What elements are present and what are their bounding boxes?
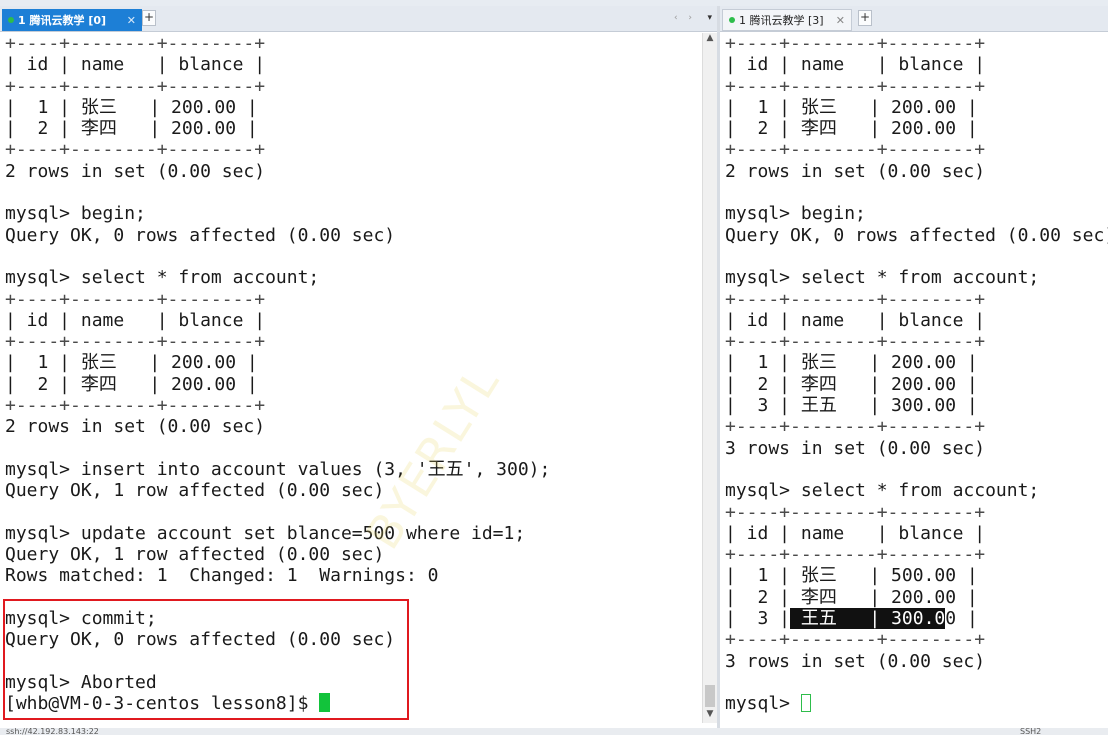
terminal-line: mysql> commit; [5, 608, 157, 630]
shell-prompt: [whb@VM-0-3-centos lesson8]$ [5, 693, 320, 715]
terminal-cursor [800, 694, 811, 713]
terminal-line: +----+--------+--------+ [725, 75, 986, 97]
terminal-line: | 2 | 李四 | 200.00 | [5, 118, 258, 140]
terminal-line: +----+--------+--------+ [725, 139, 986, 161]
terminal-line: Query OK, 1 row affected (0.00 sec) [5, 544, 385, 566]
terminal-line: | 3 | 王五 | 300.00 | [725, 395, 978, 417]
terminal-line: | id | name | blance | [5, 309, 266, 331]
left-terminal-scrollbar[interactable]: ▲ ▼ [702, 33, 717, 723]
terminal-line: 3 rows in set (0.00 sec) [725, 437, 986, 459]
terminal-line: +----+--------+--------+ [725, 33, 986, 54]
mysql-prompt-line: mysql> [720, 693, 1108, 714]
right-tab-bar: 1 腾讯云教学 [3] ✕ + [720, 6, 1108, 32]
new-tab-button[interactable]: + [858, 10, 872, 26]
status-bar: ssh://42.192.83.143:22 SSH2 [0, 728, 1108, 735]
row-segment-selected-value: 300.0 [880, 608, 946, 630]
table-row-selected: | 3 | 王五 | 300.00 | [720, 608, 1108, 630]
tab-scroll-arrows-icon[interactable]: ‹ › [674, 13, 696, 23]
terminal-line: mysql> insert into account values (3, '王… [5, 458, 551, 480]
terminal-line: +----+--------+--------+ [5, 288, 266, 310]
close-icon[interactable]: ✕ [836, 14, 845, 27]
terminal-line: Query OK, 1 row affected (0.00 sec) [5, 480, 385, 502]
shell-prompt-line: [whb@VM-0-3-centos lesson8]$ [0, 693, 702, 714]
terminal-line: +----+--------+--------+ [725, 501, 986, 523]
right-terminal[interactable]: +----+--------+--------+ | id | name | bl… [720, 33, 1108, 723]
new-tab-button[interactable]: + [142, 10, 156, 26]
terminal-line: +----+--------+--------+ [725, 416, 986, 438]
terminal-line: mysql> select * from account; [725, 480, 1040, 502]
row-segment-tail: 0 | [945, 608, 978, 630]
scroll-thumb[interactable] [705, 685, 715, 707]
protocol-label: SSH2 [1020, 728, 1042, 735]
terminal-line: +----+--------+--------+ [5, 75, 266, 97]
terminal-line: | 1 | 张三 | 200.00 | [725, 352, 978, 374]
tab-session-3[interactable]: 1 腾讯云教学 [3] ✕ [722, 9, 852, 31]
row-segment-sep: | [869, 608, 881, 630]
row-segment-selected-name: 王五 [790, 608, 870, 630]
terminal-line: 2 rows in set (0.00 sec) [725, 160, 986, 182]
terminal-line: | 1 | 张三 | 200.00 | [5, 352, 258, 374]
terminal-cursor [319, 693, 331, 713]
scroll-down-arrow-icon[interactable]: ▼ [703, 709, 717, 723]
terminal-line: 2 rows in set (0.00 sec) [5, 416, 266, 438]
close-icon[interactable]: ✕ [127, 14, 136, 27]
terminal-line: | 1 | 张三 | 200.00 | [5, 96, 258, 118]
terminal-line: Query OK, 0 rows affected (0.00 sec) [5, 629, 396, 651]
terminal-line: +----+--------+--------+ [725, 544, 986, 566]
tab-session-0[interactable]: 1 腾讯云教学 [0] ✕ [2, 9, 142, 31]
left-tab-bar: 1 腾讯云教学 [0] ✕ + ‹ › ▾ [0, 6, 718, 32]
terminal-line: | 2 | 李四 | 200.00 | [725, 586, 978, 608]
terminal-line: mysql> begin; [725, 203, 866, 225]
scroll-up-arrow-icon[interactable]: ▲ [703, 33, 717, 47]
terminal-line: mysql> select * from account; [725, 267, 1040, 289]
terminal-line: | 2 | 李四 | 200.00 | [725, 118, 978, 140]
terminal-line: Query OK, 0 rows affected (0.00 sec) [725, 224, 1108, 246]
row-segment-prefix: | 3 | [725, 608, 791, 630]
terminal-line: mysql> select * from account; [5, 267, 320, 289]
terminal-line: +----+--------+--------+ [5, 139, 266, 161]
left-terminal[interactable]: +----+--------+--------+ | id | name | bl… [0, 33, 702, 723]
terminal-line: +----+--------+--------+ [5, 331, 266, 353]
terminal-line: Query OK, 0 rows affected (0.00 sec) [5, 224, 396, 246]
terminal-line: | id | name | blance | [725, 54, 986, 76]
terminal-line: | id | name | blance | [5, 54, 266, 76]
terminal-line: | 1 | 张三 | 200.00 | [725, 96, 978, 118]
terminal-line: | 1 | 张三 | 500.00 | [725, 565, 978, 587]
tab-label: 1 腾讯云教学 [0] [18, 14, 107, 27]
mysql-prompt: mysql> [725, 693, 801, 715]
tab-label: 1 腾讯云教学 [3] [739, 14, 824, 27]
terminal-line: | 2 | 李四 | 200.00 | [5, 373, 258, 395]
terminal-line: 2 rows in set (0.00 sec) [5, 160, 266, 182]
terminal-line: Rows matched: 1 Changed: 1 Warnings: 0 [5, 565, 439, 587]
terminal-line: 3 rows in set (0.00 sec) [725, 650, 986, 672]
terminal-line: mysql> Aborted [5, 671, 157, 693]
terminal-line: | id | name | blance | [725, 522, 986, 544]
terminal-line: +----+--------+--------+ [5, 395, 266, 417]
terminal-line: +----+--------+--------+ [725, 288, 986, 310]
connected-dot-icon [8, 17, 14, 23]
tab-list-dropdown-icon[interactable]: ▾ [707, 13, 712, 23]
terminal-line: +----+--------+--------+ [725, 629, 986, 651]
terminal-line: | 2 | 李四 | 200.00 | [725, 373, 978, 395]
terminal-line: mysql> begin; [5, 203, 146, 225]
connection-address: ssh://42.192.83.143:22 [6, 728, 99, 735]
terminal-line: | id | name | blance | [725, 309, 986, 331]
connected-dot-icon [729, 17, 735, 23]
terminal-line: +----+--------+--------+ [5, 33, 266, 54]
terminal-line: mysql> update account set blance=500 whe… [5, 522, 526, 544]
terminal-line: +----+--------+--------+ [725, 331, 986, 353]
